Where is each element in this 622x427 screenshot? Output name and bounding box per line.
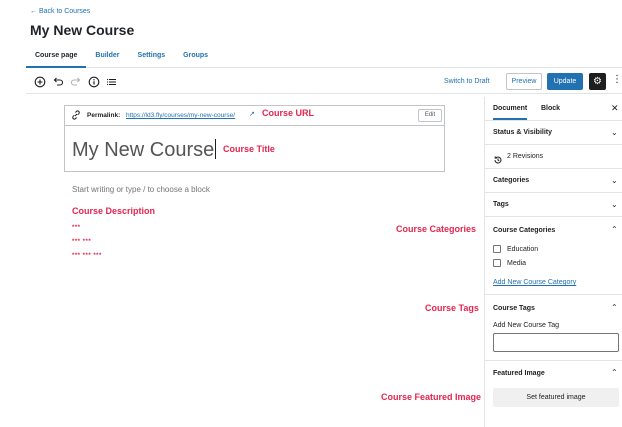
tab-builder[interactable]: Builder bbox=[86, 48, 128, 68]
list-item: *** *** *** bbox=[72, 253, 102, 259]
preview-button[interactable]: Preview bbox=[506, 73, 542, 90]
set-featured-image-button[interactable]: Set featured image bbox=[493, 388, 619, 407]
course-tag-input[interactable] bbox=[493, 333, 619, 352]
annotation-course-description: Course Description bbox=[72, 206, 156, 216]
edit-permalink-button[interactable]: Edit bbox=[418, 109, 442, 122]
category-option-media[interactable]: Media bbox=[493, 259, 526, 267]
annotation-course-title: Course Title bbox=[223, 144, 275, 154]
checkbox[interactable] bbox=[493, 259, 501, 267]
panel-course-categories: Course Categories ⌃ Education Media Add … bbox=[485, 217, 622, 295]
chevron-up-icon[interactable]: ⌃ bbox=[611, 303, 618, 312]
tab-groups[interactable]: Groups bbox=[174, 48, 217, 68]
list-icon[interactable] bbox=[106, 76, 118, 88]
panel-tags[interactable]: Tags ⌄ bbox=[485, 193, 622, 217]
close-icon[interactable]: ✕ bbox=[611, 103, 619, 114]
block-placeholder[interactable]: Start writing or type / to choose a bloc… bbox=[72, 185, 210, 194]
panel-status-visibility[interactable]: Status & Visibility ⌄ bbox=[485, 121, 622, 145]
permalink-url[interactable]: https://ld3.fly/courses/my-new-course/ bbox=[126, 112, 235, 119]
list-item: *** *** bbox=[72, 239, 92, 245]
tab-document[interactable]: Document bbox=[493, 105, 528, 120]
redo-icon[interactable] bbox=[70, 76, 82, 88]
link-icon bbox=[71, 110, 81, 122]
plus-circle-icon[interactable] bbox=[34, 76, 46, 88]
text-caret bbox=[215, 139, 217, 159]
course-title-text: My New Course bbox=[72, 139, 217, 161]
switch-to-draft-button[interactable]: Switch to Draft bbox=[444, 78, 490, 85]
gear-icon: ⚙ bbox=[593, 76, 602, 87]
tab-settings[interactable]: Settings bbox=[129, 48, 175, 68]
page-title: My New Course bbox=[30, 22, 135, 38]
annotation-course-featured-image: Course Featured Image bbox=[381, 392, 482, 402]
annotation-course-categories: Course Categories bbox=[396, 224, 477, 234]
chevron-up-icon[interactable]: ⌃ bbox=[611, 368, 618, 377]
settings-sidebar: Document Block ✕ Status & Visibility ⌄ 2… bbox=[484, 97, 622, 427]
add-tag-label: Add New Course Tag bbox=[493, 322, 560, 329]
course-tabs: Course page Builder Settings Groups bbox=[26, 48, 622, 68]
revisions-label: 2 Revisions bbox=[507, 153, 544, 160]
tab-course-page[interactable]: Course page bbox=[26, 48, 87, 68]
info-icon[interactable] bbox=[88, 76, 100, 88]
category-option-education[interactable]: Education bbox=[493, 245, 538, 253]
sidebar-header: Document Block ✕ bbox=[485, 97, 622, 121]
external-link-icon[interactable]: ↗ bbox=[249, 110, 255, 118]
add-course-category-link[interactable]: Add New Course Category bbox=[493, 279, 576, 286]
category-option-label: Media bbox=[507, 259, 527, 267]
editor-toolbar: Switch to Draft Preview Update ⚙ ⋮ bbox=[26, 70, 622, 94]
chevron-down-icon: ⌄ bbox=[611, 200, 618, 209]
panel-title[interactable]: Featured Image bbox=[493, 370, 545, 377]
panel-featured-image: Featured Image ⌃ Set featured image bbox=[485, 361, 622, 427]
panel-revisions[interactable]: 2 Revisions bbox=[485, 145, 622, 169]
tab-block[interactable]: Block bbox=[541, 105, 560, 112]
undo-icon[interactable] bbox=[52, 76, 64, 88]
category-option-label: Education bbox=[507, 245, 539, 253]
annotation-course-url: Course URL bbox=[262, 108, 315, 118]
list-item: *** bbox=[72, 225, 81, 231]
checkbox[interactable] bbox=[493, 245, 501, 253]
panel-title: Categories bbox=[493, 177, 530, 184]
panel-categories[interactable]: Categories ⌄ bbox=[485, 169, 622, 193]
back-to-courses-link[interactable]: ← Back to Courses bbox=[30, 8, 90, 15]
panel-title[interactable]: Course Categories bbox=[493, 227, 555, 234]
chevron-down-icon: ⌄ bbox=[611, 176, 618, 185]
chevron-down-icon: ⌄ bbox=[611, 128, 618, 137]
panel-title: Status & Visibility bbox=[493, 129, 552, 136]
settings-button[interactable]: ⚙ bbox=[589, 73, 606, 90]
history-icon bbox=[493, 152, 503, 170]
permalink-label: Permalink: bbox=[87, 112, 121, 119]
update-button[interactable]: Update bbox=[547, 73, 583, 90]
panel-course-tags: Course Tags ⌃ Add New Course Tag bbox=[485, 295, 622, 361]
annotation-course-tags: Course Tags bbox=[425, 303, 479, 313]
panel-title: Tags bbox=[493, 201, 509, 208]
vertical-dots-icon[interactable]: ⋮ bbox=[612, 74, 622, 85]
chevron-up-icon[interactable]: ⌃ bbox=[611, 225, 618, 234]
panel-title[interactable]: Course Tags bbox=[493, 305, 535, 312]
permalink-bar: Permalink: https://ld3.fly/courses/my-ne… bbox=[64, 105, 445, 125]
